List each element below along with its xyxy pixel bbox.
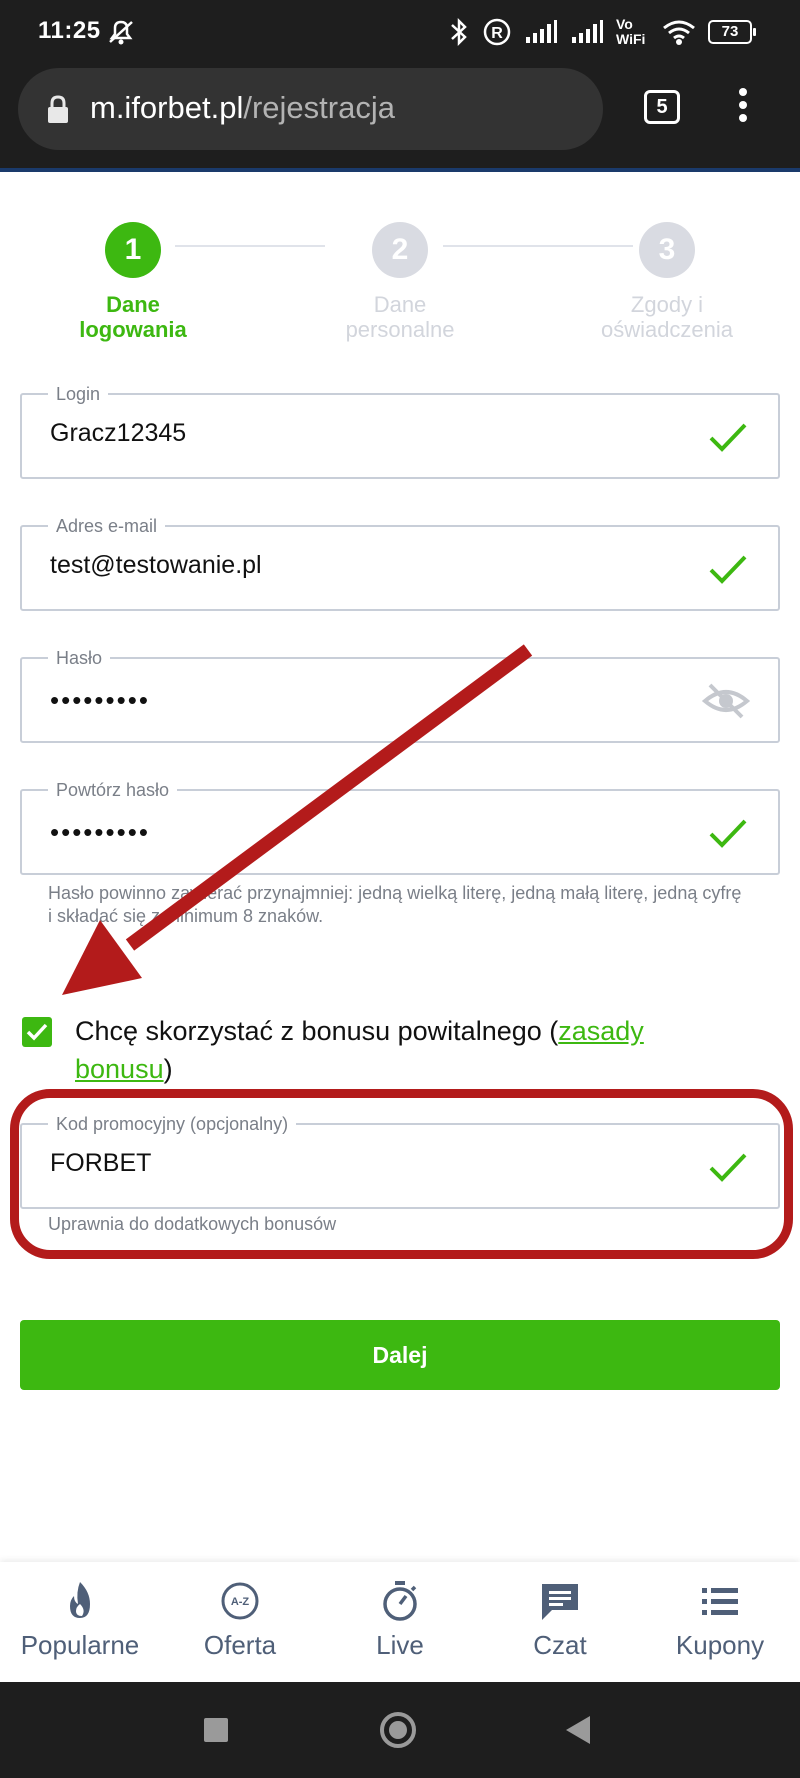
password-field[interactable]: Hasło ••••••••• — [20, 647, 780, 743]
status-bar: 11:25 R Vo WiFi 73 — [0, 0, 800, 64]
svg-text:R: R — [491, 25, 503, 42]
tab-switcher-button[interactable]: 5 — [644, 90, 680, 124]
login-label: Login — [48, 383, 109, 405]
url-text: m.iforbet.pl/rejestracja — [90, 90, 395, 126]
nav-item-popularne[interactable]: Popularne — [0, 1562, 160, 1682]
bottom-navigation: Popularne A-Z Oferta Live Czat Kupony — [0, 1562, 800, 1682]
valid-check-icon — [709, 819, 747, 848]
valid-check-icon — [709, 423, 747, 452]
address-bar[interactable]: m.iforbet.pl/rejestracja — [18, 68, 603, 150]
checkmark-icon — [26, 1023, 48, 1041]
login-value: Gracz12345 — [50, 419, 187, 447]
nav-label: Czat — [533, 1630, 587, 1660]
password-repeat-field[interactable]: Powtórz hasło ••••••••• — [20, 779, 780, 875]
step-connector — [443, 245, 633, 247]
email-value: test@testowanie.pl — [50, 551, 262, 579]
login-field[interactable]: Login Gracz12345 — [20, 383, 780, 479]
battery-icon: 73 — [708, 20, 756, 44]
mute-notifications-icon — [109, 20, 133, 45]
nav-item-live[interactable]: Live — [320, 1562, 480, 1682]
wifi-icon — [663, 20, 695, 45]
nav-label: Oferta — [203, 1630, 277, 1660]
valid-check-icon — [709, 555, 747, 584]
password-value: ••••••••• — [50, 685, 150, 715]
svg-text:A-Z: A-Z — [231, 1596, 250, 1608]
signal-icon-1 — [526, 20, 557, 43]
az-icon: A-Z — [221, 1582, 259, 1620]
step-connector — [175, 245, 325, 247]
url-host: m.iforbet.pl — [90, 90, 244, 125]
browser-toolbar: m.iforbet.pl/rejestracja 5 — [0, 64, 800, 168]
chat-icon — [542, 1584, 578, 1620]
password-repeat-label: Powtórz hasło — [48, 779, 178, 801]
highlight-box — [10, 1089, 793, 1259]
nav-label: Popularne — [20, 1630, 140, 1660]
flame-icon — [70, 1582, 90, 1618]
status-time: 11:25 — [38, 17, 101, 44]
step-2-circle: 2 — [372, 222, 428, 278]
status-icons: R Vo WiFi 73 — [448, 14, 756, 50]
password-repeat-value: ••••••••• — [50, 817, 150, 847]
bonus-checkbox[interactable] — [22, 1017, 52, 1047]
step-1-circle: 1 — [105, 222, 161, 278]
browser-menu-button[interactable] — [732, 88, 754, 128]
battery-level: 73 — [721, 23, 739, 40]
vowifi-label: Vo WiFi — [616, 16, 646, 47]
step-3-circle: 3 — [639, 222, 695, 278]
signal-icon-2 — [572, 20, 603, 43]
bonus-label: Chcę skorzystać z bonusu powitalnego (za… — [75, 1016, 644, 1084]
list-icon — [702, 1588, 738, 1615]
registration-stepper: 1 Dane logowania 2 Dane personalne 3 Zgody… — [0, 172, 800, 352]
lock-icon — [48, 95, 68, 123]
hide-password-icon[interactable] — [702, 681, 750, 721]
email-field[interactable]: Adres e-mail test@testowanie.pl — [20, 515, 780, 611]
recents-button[interactable] — [204, 1718, 228, 1742]
password-label: Hasło — [48, 647, 111, 669]
step-3-label: Zgody i oświadczenia — [600, 292, 734, 342]
email-label: Adres e-mail — [48, 515, 166, 537]
nav-label: Kupony — [675, 1630, 765, 1660]
bluetooth-icon — [451, 17, 467, 47]
nav-item-oferta[interactable]: A-Z Oferta — [160, 1562, 320, 1682]
roaming-icon: R — [483, 18, 511, 46]
nav-item-czat[interactable]: Czat — [480, 1562, 640, 1682]
back-button[interactable] — [566, 1716, 590, 1744]
url-path: /rejestracja — [243, 90, 395, 125]
next-button[interactable]: Dalej — [20, 1320, 780, 1390]
stopwatch-icon — [383, 1581, 417, 1621]
nav-item-kupony[interactable]: Kupony — [640, 1562, 800, 1682]
home-button[interactable] — [380, 1712, 416, 1748]
password-hint: Hasło powinno zawierać przynajmniej: jed… — [48, 883, 742, 926]
step-1-label: Dane logowania — [79, 292, 187, 342]
step-2-label: Dane personalne — [345, 292, 455, 342]
android-navigation-bar — [0, 1682, 800, 1778]
nav-label: Live — [376, 1630, 424, 1660]
